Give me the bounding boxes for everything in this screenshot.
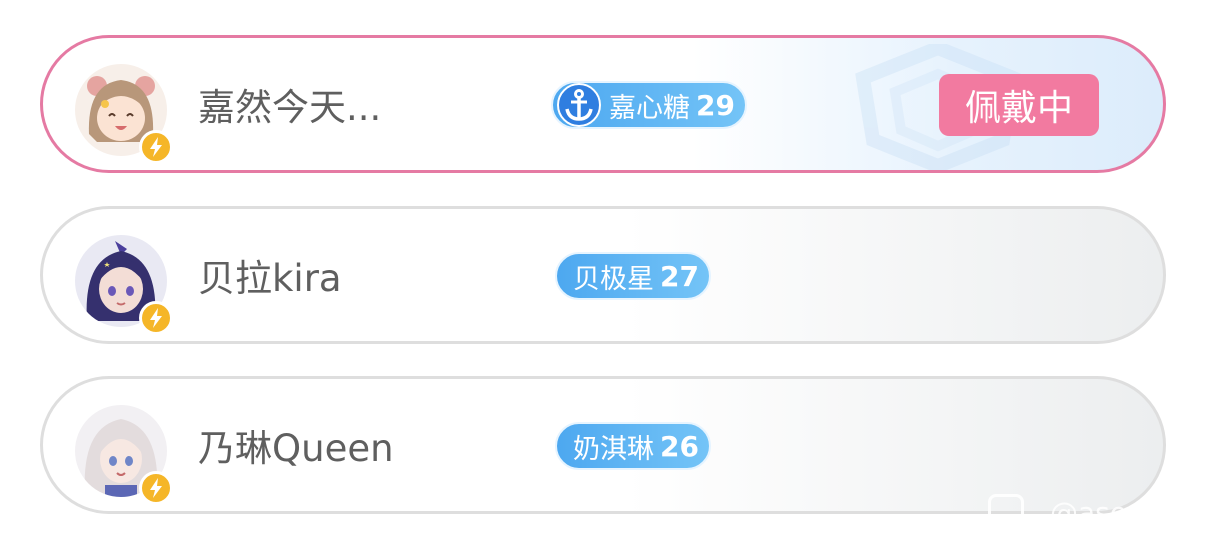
lightning-badge-icon	[139, 471, 173, 505]
medal-level: 26	[660, 429, 699, 463]
watermark-logo-icon	[988, 494, 1024, 530]
medal-level: 29	[696, 88, 735, 122]
streamer-name: 乃琳Queen	[198, 427, 394, 470]
lightning-badge-icon	[139, 130, 173, 164]
medal-level: 27	[660, 259, 699, 293]
fan-medal[interactable]: 贝极星 27	[555, 252, 711, 300]
medal-card[interactable]: 贝拉kira 贝极星 27	[40, 206, 1166, 344]
medal-name: 贝极星	[573, 263, 654, 295]
watermark: @ase	[988, 494, 1127, 530]
anchor-icon	[557, 83, 601, 127]
fan-medal[interactable]: 奶淇琳 26	[555, 422, 711, 470]
avatar[interactable]	[75, 235, 173, 335]
avatar[interactable]	[75, 64, 173, 164]
fan-medal-list: 嘉然今天... 嘉心糖 29 佩戴中 贝拉kira 贝极星 27 乃琳Queen…	[0, 0, 1206, 544]
streamer-name: 嘉然今天...	[198, 86, 382, 129]
lightning-badge-icon	[139, 301, 173, 335]
fan-medal[interactable]: 嘉心糖 29	[551, 81, 747, 129]
medal-name: 嘉心糖	[609, 92, 690, 124]
avatar[interactable]	[75, 405, 173, 505]
medal-name: 奶淇琳	[573, 433, 654, 465]
medal-card-active[interactable]: 嘉然今天... 嘉心糖 29 佩戴中	[40, 35, 1166, 173]
watermark-text: @ase	[1050, 495, 1127, 529]
wearing-button[interactable]: 佩戴中	[939, 74, 1099, 136]
streamer-name: 贝拉kira	[198, 257, 342, 300]
